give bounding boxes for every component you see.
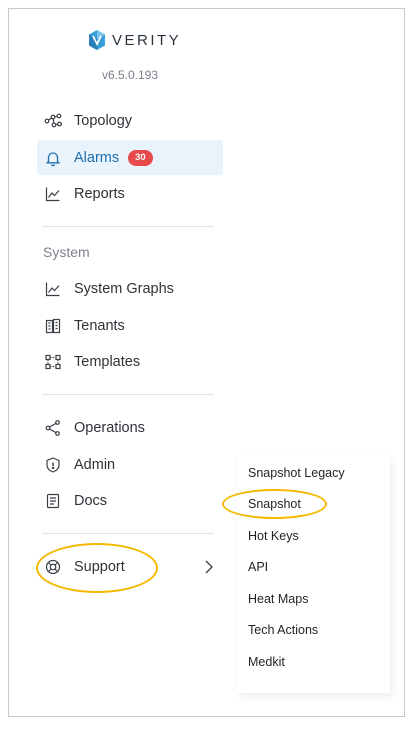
nav-label-docs: Docs [74, 492, 108, 509]
nav-item-alarms[interactable]: Alarms 30 [37, 140, 223, 175]
highlight-ellipse-snapshot [222, 489, 327, 519]
topology-icon [43, 111, 63, 131]
nav-item-reports[interactable]: Reports [37, 176, 223, 211]
submenu-item-medkit[interactable]: Medkit [248, 652, 285, 672]
submenu-item-tech-actions[interactable]: Tech Actions [248, 620, 318, 640]
nav-item-admin[interactable]: Admin [37, 447, 223, 482]
nav-item-templates[interactable]: Templates [37, 344, 223, 379]
nav-divider [42, 226, 214, 227]
nav-label-system-graphs: System Graphs [74, 280, 174, 297]
chevron-right-icon[interactable] [203, 559, 215, 575]
brand-name: VERITY [112, 31, 182, 49]
submenu-item-snapshot-legacy[interactable]: Snapshot Legacy [248, 463, 345, 483]
submenu-item-heat-maps[interactable]: Heat Maps [248, 589, 308, 609]
nav-label-topology: Topology [74, 112, 133, 129]
nav-item-system-graphs[interactable]: System Graphs [37, 271, 223, 306]
nav-item-operations[interactable]: Operations [37, 410, 223, 445]
nav-item-docs[interactable]: Docs [37, 483, 223, 518]
nav-label-reports: Reports [74, 185, 125, 202]
submenu-item-api[interactable]: API [248, 557, 268, 577]
document-icon [43, 491, 63, 511]
nav-item-topology[interactable]: Topology [37, 103, 223, 138]
bell-icon [43, 148, 63, 168]
highlight-ellipse-support [36, 543, 158, 593]
chart-icon [43, 184, 63, 204]
chart-icon [43, 279, 63, 299]
brand-logo: VERITY [88, 28, 181, 52]
alarm-count-badge: 30 [128, 149, 153, 166]
nav-item-tenants[interactable]: Tenants [37, 308, 223, 343]
nav-divider [42, 533, 214, 534]
nav-label-operations: Operations [74, 419, 145, 436]
nav-label-templates: Templates [74, 353, 141, 370]
building-icon [43, 316, 63, 336]
nav-divider [42, 394, 214, 395]
share-icon [43, 418, 63, 438]
nav-label-tenants: Tenants [74, 317, 125, 334]
section-label-system: System [43, 244, 90, 260]
templates-icon [43, 352, 63, 372]
nav-label-admin: Admin [74, 456, 116, 473]
verity-logo-icon [89, 30, 105, 50]
nav-label-alarms: Alarms [74, 149, 120, 166]
app-version: v6.5.0.193 [101, 68, 159, 82]
submenu-item-hot-keys[interactable]: Hot Keys [248, 526, 299, 546]
shield-icon [43, 455, 63, 475]
